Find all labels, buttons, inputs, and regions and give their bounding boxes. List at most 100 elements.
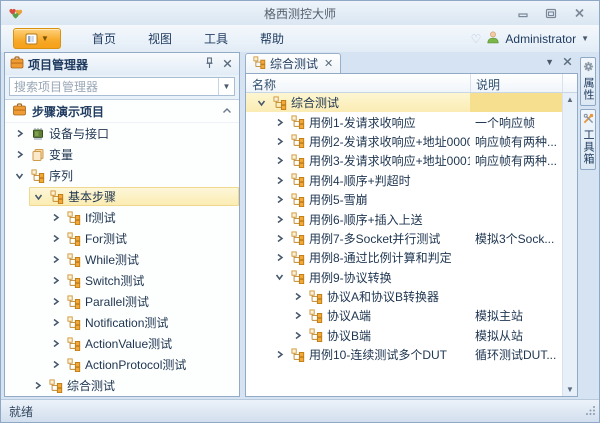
- chevron-expanded-icon[interactable]: [13, 171, 26, 181]
- row-description: [470, 171, 562, 190]
- chevron-collapsed-icon[interactable]: [13, 128, 26, 139]
- document-tab[interactable]: 综合测试 ✕: [245, 53, 341, 73]
- chevron-collapsed-icon[interactable]: [273, 175, 286, 186]
- pin-icon[interactable]: [202, 57, 216, 72]
- table-row[interactable]: 用例7-多Socket并行测试模拟3个Sock...: [246, 229, 562, 248]
- document-tab-bar: 综合测试 ✕ ▼: [245, 52, 578, 73]
- table-row[interactable]: 协议A端模拟主站: [246, 306, 562, 325]
- resize-grip[interactable]: [585, 405, 596, 419]
- briefcase-icon: [10, 56, 24, 72]
- close-panel-icon[interactable]: [220, 57, 234, 71]
- chevron-collapsed-icon[interactable]: [49, 212, 62, 223]
- side-tab-label: 属性: [580, 77, 596, 101]
- favorite-heart-icon[interactable]: ♡: [471, 32, 482, 46]
- tree-item[interactable]: 综合测试: [5, 375, 239, 396]
- collapse-chevron-icon[interactable]: [222, 104, 232, 118]
- close-document-icon[interactable]: [563, 55, 572, 69]
- minimize-button[interactable]: [515, 7, 531, 20]
- tree-item[interactable]: ActionProtocol测试: [5, 354, 239, 375]
- chevron-collapsed-icon[interactable]: [291, 330, 304, 341]
- chevron-collapsed-icon[interactable]: [31, 380, 44, 391]
- search-dropdown-icon[interactable]: ▼: [218, 78, 234, 95]
- chevron-collapsed-icon[interactable]: [273, 214, 286, 225]
- chevron-collapsed-icon[interactable]: [49, 296, 62, 307]
- tab-close-icon[interactable]: ✕: [324, 57, 333, 70]
- table-row[interactable]: 用例10-连续测试多个DUT循环测试DUT...: [246, 345, 562, 364]
- ribbon-tab-2[interactable]: 工具: [191, 27, 241, 50]
- scroll-up-icon[interactable]: ▲: [566, 95, 574, 104]
- table-row[interactable]: 用例8-通过比例计算和判定: [246, 248, 562, 267]
- column-header-spacer: [562, 74, 577, 92]
- chevron-expanded-icon[interactable]: [255, 98, 268, 108]
- sequence-icon: [66, 211, 81, 225]
- chevron-collapsed-icon[interactable]: [49, 317, 62, 328]
- application-menu-button[interactable]: ▼: [13, 28, 61, 49]
- tree-item[interactable]: 变量: [5, 144, 239, 165]
- chevron-collapsed-icon[interactable]: [273, 233, 286, 244]
- chevron-collapsed-icon[interactable]: [273, 349, 286, 360]
- sequence-icon: [290, 134, 305, 148]
- row-description: [470, 287, 562, 306]
- sequence-icon: [290, 231, 305, 245]
- chevron-collapsed-icon[interactable]: [49, 254, 62, 265]
- tree-item[interactable]: Notification测试: [5, 312, 239, 333]
- tree-item[interactable]: Parallel测试: [5, 291, 239, 312]
- table-row[interactable]: 用例4-顺序+判超时: [246, 171, 562, 190]
- chevron-expanded-icon[interactable]: [32, 192, 45, 202]
- table-row[interactable]: 用例5-雪崩: [246, 190, 562, 209]
- side-tab-label: 工具箱: [580, 129, 596, 165]
- tools-icon: [583, 113, 594, 127]
- chevron-collapsed-icon[interactable]: [49, 338, 62, 349]
- column-header-desc[interactable]: 说明: [470, 74, 562, 92]
- tree-item[interactable]: 基本步骤: [5, 186, 239, 207]
- table-row[interactable]: 协议B端模拟从站: [246, 326, 562, 345]
- ribbon-tab-0[interactable]: 首页: [79, 27, 129, 50]
- ribbon-tab-1[interactable]: 视图: [135, 27, 185, 50]
- briefcase-icon: [12, 103, 27, 119]
- table-row[interactable]: 协议A和协议B转换器: [246, 287, 562, 306]
- tree-item[interactable]: If测试: [5, 207, 239, 228]
- row-name: 协议A端: [327, 307, 371, 324]
- maximize-button[interactable]: [543, 7, 559, 20]
- search-input[interactable]: [10, 79, 218, 94]
- sequence-icon: [290, 270, 305, 284]
- chevron-collapsed-icon[interactable]: [291, 310, 304, 321]
- chevron-expanded-icon[interactable]: [273, 272, 286, 282]
- scroll-down-icon[interactable]: ▼: [566, 385, 574, 394]
- tree-item[interactable]: For测试: [5, 228, 239, 249]
- vertical-scrollbar[interactable]: ▲ ▼: [562, 93, 577, 396]
- user-menu[interactable]: Administrator: [505, 32, 576, 46]
- tree-item[interactable]: ActionValue测试: [5, 333, 239, 354]
- document-area: 综合测试 ✕ ▼ 名称 说明 综合测试用例1-发请求收响应一个响应帧用例: [245, 52, 578, 397]
- table-row[interactable]: 用例1-发请求收响应一个响应帧: [246, 112, 562, 131]
- ribbon-tab-3[interactable]: 帮助: [247, 27, 297, 50]
- tree-item-label: 综合测试: [67, 377, 115, 394]
- chevron-collapsed-icon[interactable]: [273, 136, 286, 147]
- chevron-collapsed-icon[interactable]: [13, 149, 26, 160]
- column-header-name[interactable]: 名称: [246, 74, 470, 92]
- chevron-collapsed-icon[interactable]: [49, 233, 62, 244]
- table-row[interactable]: 用例6-顺序+插入上送: [246, 209, 562, 228]
- tree-item[interactable]: 设备与接口: [5, 123, 239, 144]
- chevron-collapsed-icon[interactable]: [273, 155, 286, 166]
- chevron-collapsed-icon[interactable]: [49, 275, 62, 286]
- chevron-down-icon[interactable]: ▼: [581, 34, 589, 43]
- tree-item[interactable]: 序列: [5, 165, 239, 186]
- side-tab-1[interactable]: 工具箱: [580, 109, 596, 170]
- table-row[interactable]: 用例3-发请求收响应+地址0001响应帧有两种...: [246, 151, 562, 170]
- chevron-collapsed-icon[interactable]: [273, 252, 286, 263]
- chevron-collapsed-icon[interactable]: [291, 291, 304, 302]
- tree-item[interactable]: Switch测试: [5, 270, 239, 291]
- row-name: 用例9-协议转换: [309, 269, 392, 286]
- close-button[interactable]: [571, 7, 587, 20]
- table-row[interactable]: 用例9-协议转换: [246, 268, 562, 287]
- table-row[interactable]: 综合测试: [246, 93, 562, 112]
- table-row[interactable]: 用例2-发请求收响应+地址0000响应帧有两种...: [246, 132, 562, 151]
- tab-list-chevron-icon[interactable]: ▼: [545, 57, 554, 67]
- project-root-header[interactable]: 步骤演示项目: [5, 100, 239, 123]
- chevron-collapsed-icon[interactable]: [273, 194, 286, 205]
- tree-item[interactable]: While测试: [5, 249, 239, 270]
- side-tab-0[interactable]: 属性: [580, 57, 596, 106]
- chevron-collapsed-icon[interactable]: [49, 359, 62, 370]
- chevron-collapsed-icon[interactable]: [273, 117, 286, 128]
